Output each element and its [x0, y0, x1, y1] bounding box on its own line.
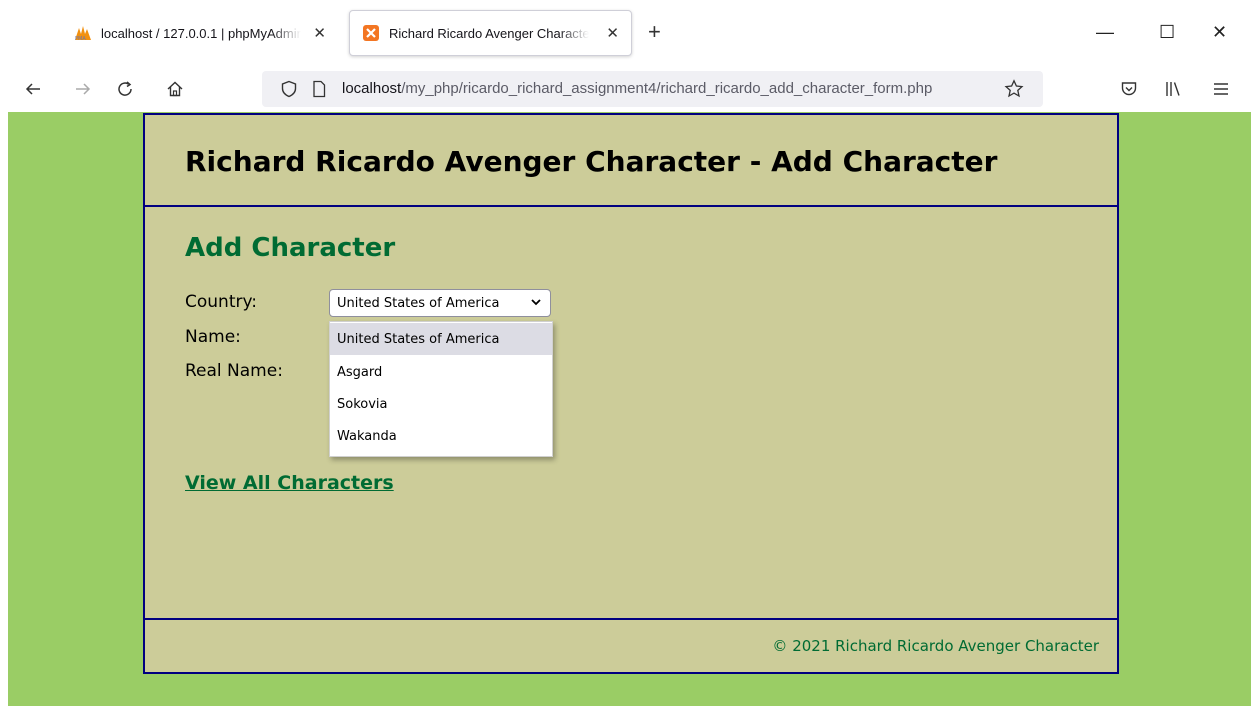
url-host: localhost	[342, 80, 402, 97]
page-header: Richard Ricardo Avenger Character - Add …	[145, 115, 1117, 207]
tab-avenger-character[interactable]: Richard Ricardo Avenger Character ✕	[349, 10, 632, 56]
page-title: Richard Ricardo Avenger Character - Add …	[185, 145, 998, 178]
xampp-icon	[362, 24, 380, 42]
shield-icon[interactable]	[276, 76, 302, 102]
home-icon[interactable]	[162, 76, 188, 102]
add-character-heading: Add Character	[185, 233, 396, 263]
close-window-button[interactable]: ✕	[1212, 20, 1227, 44]
page-container: Richard Ricardo Avenger Character - Add …	[143, 113, 1119, 674]
new-tab-button[interactable]: +	[648, 20, 661, 44]
bookmark-star-icon[interactable]	[1001, 76, 1027, 102]
url-path: /my_php/ricardo_richard_assignment4/rich…	[401, 80, 933, 97]
view-all-characters-link[interactable]: View All Characters	[185, 472, 394, 494]
country-select-value: United States of America	[337, 295, 500, 311]
close-tab-icon[interactable]: ✕	[313, 24, 326, 42]
page-icon[interactable]	[306, 76, 332, 102]
main-content: Add Character	[185, 233, 395, 263]
url-text[interactable]: localhost/my_php/ricardo_richard_assignm…	[342, 80, 992, 97]
close-tab-icon[interactable]: ✕	[606, 24, 619, 42]
country-dropdown-list: United States of America Asgard Sokovia …	[329, 321, 553, 457]
minimize-button[interactable]: —	[1096, 20, 1114, 44]
name-label: Name:	[185, 327, 241, 347]
back-icon[interactable]	[20, 76, 46, 102]
pocket-icon[interactable]	[1116, 76, 1142, 102]
country-option[interactable]: Asgard	[330, 356, 552, 388]
real-name-label: Real Name:	[185, 361, 283, 381]
page-footer: © 2021 Richard Ricardo Avenger Character	[145, 618, 1117, 674]
url-bar[interactable]: localhost/my_php/ricardo_richard_assignm…	[262, 71, 1043, 107]
country-select[interactable]: United States of America	[329, 289, 551, 317]
maximize-button[interactable]: ☐	[1159, 20, 1175, 44]
tab-bar: PMA localhost / 127.0.0.1 | phpMyAdmin ✕…	[0, 0, 1251, 66]
tab-phpmyadmin[interactable]: PMA localhost / 127.0.0.1 | phpMyAdmin ✕	[60, 8, 338, 58]
window-edge	[0, 112, 8, 706]
footer-copyright: © 2021 Richard Ricardo Avenger Character	[772, 637, 1099, 655]
country-option[interactable]: Wakanda	[330, 420, 552, 452]
country-option[interactable]: United States of America	[330, 323, 552, 355]
reload-icon[interactable]	[112, 76, 138, 102]
tab-title: localhost / 127.0.0.1 | phpMyAdmin	[101, 25, 301, 41]
navigation-bar: localhost/my_php/ricardo_richard_assignm…	[0, 66, 1251, 112]
chevron-down-icon	[530, 296, 542, 312]
library-icon[interactable]	[1160, 76, 1186, 102]
page-viewport: Richard Ricardo Avenger Character - Add …	[0, 112, 1251, 706]
phpmyadmin-icon: PMA	[74, 24, 92, 42]
country-option[interactable]: Sokovia	[330, 388, 552, 420]
menu-icon[interactable]	[1208, 76, 1234, 102]
tab-title: Richard Ricardo Avenger Character	[389, 25, 589, 41]
country-label: Country:	[185, 292, 258, 312]
forward-icon[interactable]	[70, 76, 96, 102]
svg-text:PMA: PMA	[75, 36, 86, 41]
